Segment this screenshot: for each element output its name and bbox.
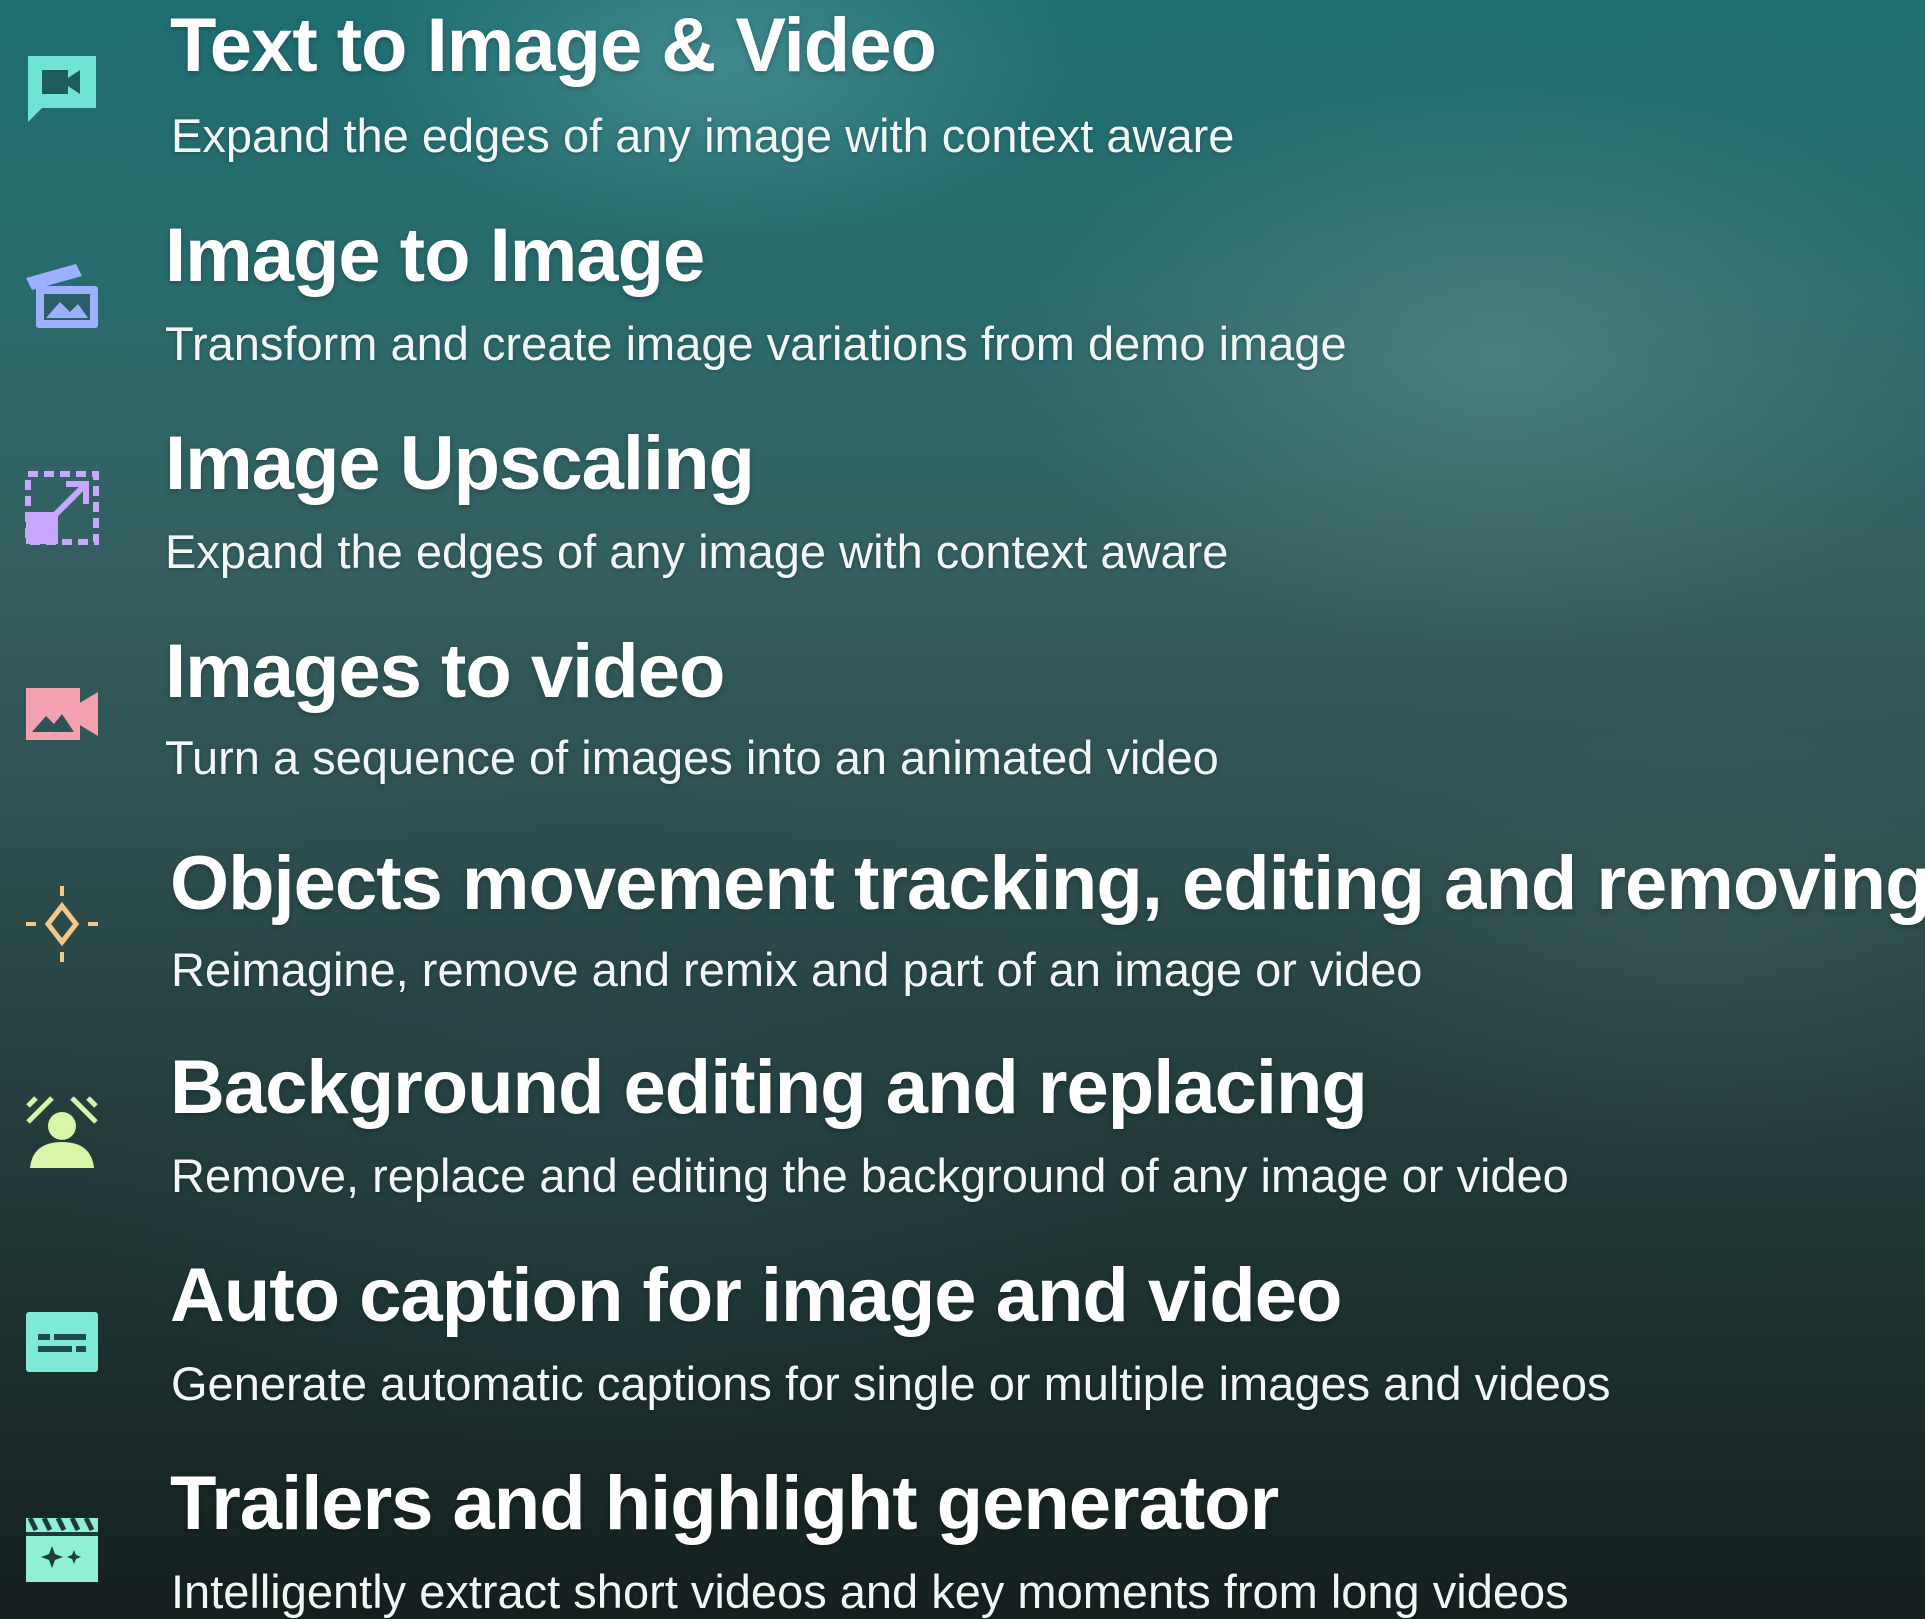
feature-item-image-to-image[interactable]: Image to Image Transform and create imag… <box>0 208 1925 416</box>
feature-item-image-upscaling[interactable]: Image Upscaling Expand the edges of any … <box>0 416 1925 624</box>
feature-title: Image to Image <box>165 213 705 298</box>
feature-title: Background editing and replacing <box>170 1045 1368 1130</box>
upscale-icon <box>22 468 102 548</box>
image-stack-icon <box>22 256 102 336</box>
feature-description: Remove, replace and editing the backgrou… <box>171 1149 1569 1202</box>
image-video-icon <box>22 674 102 754</box>
feature-title: Images to video <box>165 629 725 714</box>
feature-item-background-editing[interactable]: Background editing and replacing Remove,… <box>0 1040 1925 1248</box>
feature-description: Expand the edges of any image with conte… <box>165 525 1229 578</box>
feature-item-auto-caption[interactable]: Auto caption for image and video Generat… <box>0 1248 1925 1456</box>
feature-list: Text to Image & Video Expand the edges o… <box>0 0 1925 1619</box>
clapperboard-sparkle-icon <box>22 1510 102 1590</box>
feature-description: Intelligently extract short videos and k… <box>171 1565 1569 1618</box>
feature-description: Generate automatic captions for single o… <box>171 1357 1611 1410</box>
feature-item-trailers-highlight[interactable]: Trailers and highlight generator Intelli… <box>0 1456 1925 1619</box>
video-chat-icon <box>22 48 102 128</box>
feature-item-text-to-image-video[interactable]: Text to Image & Video Expand the edges o… <box>0 0 1925 208</box>
feature-description: Reimagine, remove and remix and part of … <box>171 943 1423 996</box>
feature-title: Auto caption for image and video <box>170 1253 1342 1338</box>
feature-title: Text to Image & Video <box>170 3 937 88</box>
feature-title: Objects movement tracking, editing and r… <box>170 841 1925 926</box>
feature-title: Trailers and highlight generator <box>170 1461 1279 1546</box>
feature-item-object-tracking[interactable]: Objects movement tracking, editing and r… <box>0 832 1925 1040</box>
caption-icon <box>22 1304 102 1384</box>
feature-description: Turn a sequence of images into an animat… <box>165 731 1219 784</box>
feature-item-images-to-video[interactable]: Images to video Turn a sequence of image… <box>0 624 1925 832</box>
person-background-icon <box>22 1092 102 1172</box>
feature-description: Transform and create image variations fr… <box>165 317 1347 370</box>
feature-description: Expand the edges of any image with conte… <box>171 109 1235 162</box>
feature-title: Image Upscaling <box>165 421 755 506</box>
tracking-diamond-icon <box>22 884 102 964</box>
